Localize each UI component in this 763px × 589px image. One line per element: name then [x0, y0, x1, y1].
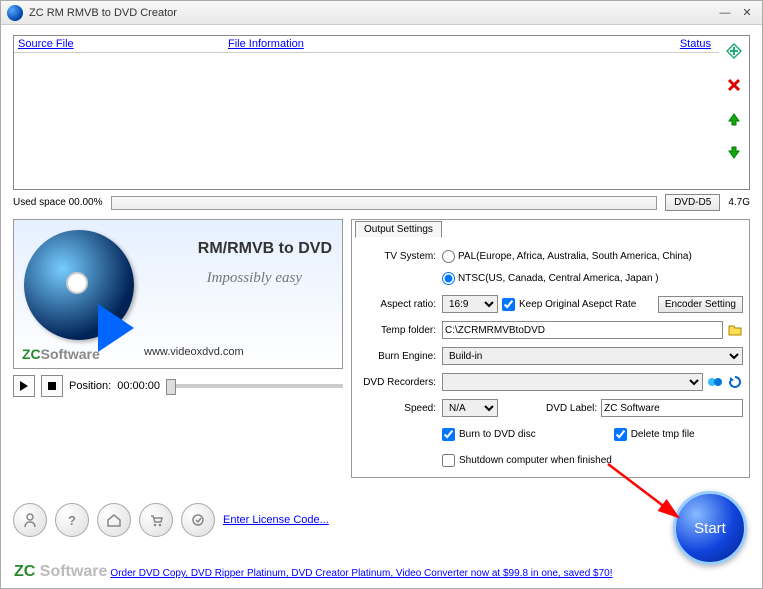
dvd-recorders-label: DVD Recorders: — [358, 377, 438, 388]
disc-graphic — [18, 224, 148, 354]
stop-button[interactable] — [41, 375, 63, 397]
close-button[interactable]: ✕ — [738, 5, 756, 21]
footer-brand: ZC Software — [14, 563, 107, 580]
output-settings-panel: Output Settings TV System: PAL(Europe, A… — [351, 219, 750, 478]
user-icon[interactable] — [13, 503, 47, 537]
cart-icon[interactable] — [139, 503, 173, 537]
dvd-recorders-select[interactable] — [442, 373, 703, 391]
col-source-file[interactable]: Source File — [14, 36, 224, 52]
home-icon[interactable] — [97, 503, 131, 537]
window-title: ZC RM RMVB to DVD Creator — [29, 7, 712, 19]
file-list: Source File File Information Status — [13, 35, 750, 190]
browse-folder-icon[interactable] — [727, 322, 743, 338]
dvd-label-input[interactable] — [601, 399, 743, 417]
keep-aspect-checkbox[interactable]: Keep Original Asepct Rate — [502, 298, 636, 311]
move-up-icon[interactable] — [725, 110, 743, 128]
speed-label: Speed: — [358, 403, 438, 414]
register-icon[interactable] — [181, 503, 215, 537]
banner-subtitle: Impossibly easy — [207, 270, 302, 287]
remove-file-icon[interactable] — [725, 76, 743, 94]
temp-folder-input[interactable] — [442, 321, 723, 339]
disc-capacity-button[interactable]: DVD-D5 — [665, 194, 720, 211]
position-value: 00:00:00 — [117, 380, 160, 392]
used-space-bar — [111, 196, 658, 210]
tv-ntsc-radio[interactable]: NTSC(US, Canada, Central America, Japan … — [442, 272, 659, 285]
tab-output-settings[interactable]: Output Settings — [355, 221, 442, 238]
burn-engine-label: Burn Engine: — [358, 351, 438, 362]
used-space-label: Used space 00.00% — [13, 197, 103, 208]
burn-to-disc-checkbox[interactable]: Burn to DVD disc — [442, 428, 536, 441]
aspect-ratio-label: Aspect ratio: — [358, 299, 438, 310]
speed-select[interactable]: N/A — [442, 399, 498, 417]
brand-url: www.videoxdvd.com — [144, 346, 244, 358]
position-slider[interactable] — [166, 384, 343, 388]
temp-folder-label: Temp folder: — [358, 325, 438, 336]
app-icon — [7, 5, 23, 21]
col-file-information[interactable]: File Information — [224, 36, 659, 52]
shutdown-checkbox[interactable]: Shutdown computer when finished — [442, 454, 612, 467]
encoder-setting-button[interactable]: Encoder Setting — [658, 296, 743, 313]
tv-pal-radio[interactable]: PAL(Europe, Africa, Australia, South Ame… — [442, 250, 692, 263]
add-file-icon[interactable] — [725, 42, 743, 60]
help-icon[interactable]: ? — [55, 503, 89, 537]
recorder-info-icon[interactable] — [707, 374, 723, 390]
col-status[interactable]: Status — [659, 36, 719, 52]
start-button[interactable]: Start — [673, 491, 747, 565]
delete-tmp-checkbox[interactable]: Delete tmp file — [614, 428, 695, 441]
refresh-icon[interactable] — [727, 374, 743, 390]
tv-system-label: TV System: — [358, 251, 438, 262]
dvd-label-label: DVD Label: — [546, 403, 597, 414]
file-list-body[interactable] — [14, 53, 719, 189]
enter-license-link[interactable]: Enter License Code... — [223, 514, 329, 526]
product-banner: RM/RMVB to DVD Impossibly easy ZCSoftwar… — [13, 219, 343, 369]
titlebar: ZC RM RMVB to DVD Creator — ✕ — [1, 1, 762, 25]
order-link[interactable]: Order DVD Copy, DVD Ripper Platinum, DVD… — [110, 568, 612, 579]
burn-engine-select[interactable]: Build-in — [442, 347, 743, 365]
disc-capacity-text: 4.7G — [728, 197, 750, 208]
position-label: Position: — [69, 380, 111, 392]
minimize-button[interactable]: — — [716, 5, 734, 21]
aspect-ratio-select[interactable]: 16:9 — [442, 295, 498, 313]
svg-text:?: ? — [68, 513, 76, 528]
banner-title: RM/RMVB to DVD — [198, 240, 332, 258]
brand-logo: ZCSoftware — [22, 346, 100, 362]
play-button[interactable] — [13, 375, 35, 397]
move-down-icon[interactable] — [725, 144, 743, 162]
